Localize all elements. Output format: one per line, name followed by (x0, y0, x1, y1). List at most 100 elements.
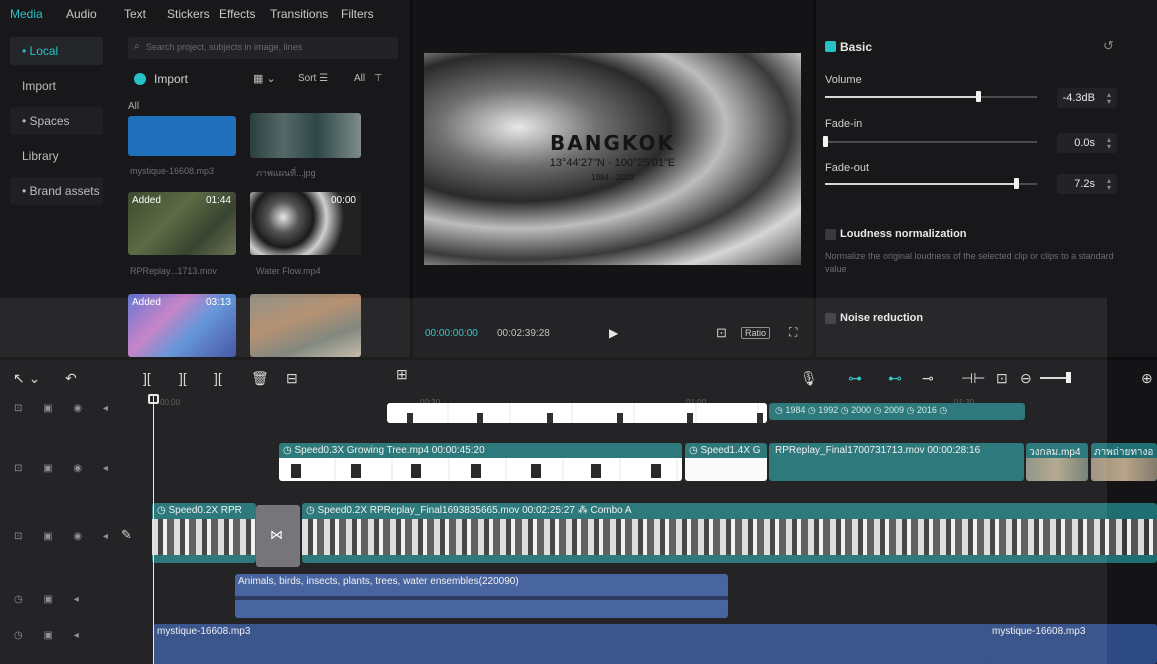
track-controls-2[interactable]: ⊡ ▣ ◉ ◂ (14, 463, 117, 474)
tab-transitions[interactable]: Transitions (270, 7, 328, 21)
media-thumb-audio[interactable] (128, 116, 236, 156)
clip-rpreplay-1713-label: RPReplay_Final1700731713.mov 00:00:28:16 (775, 445, 981, 456)
nav-spaces[interactable]: • Spaces (10, 107, 103, 135)
edit-cover-icon[interactable]: ✎ (121, 527, 132, 543)
stepper-icon[interactable]: ▴ ▾ (1107, 136, 1111, 151)
basic-checkbox[interactable] (825, 41, 836, 52)
freeze-icon[interactable]: ⊟ (286, 370, 298, 387)
track-controls-main[interactable]: ⊡ ▣ ◉ ◂ (14, 531, 117, 542)
thumb-caption: mystique-16608.mp3 (130, 166, 215, 176)
stepper-icon[interactable]: ▴ ▾ (1107, 91, 1111, 106)
main-clip-rpr[interactable]: ◷ Speed0.2X RPR (152, 503, 256, 563)
tab-media[interactable]: Media (10, 7, 43, 21)
overlay-clip-trees[interactable] (387, 403, 767, 423)
play-icon[interactable]: ▶ (609, 326, 618, 340)
media-thumb-colorful[interactable]: Added 03:13 (128, 294, 236, 357)
fullscreen-icon[interactable]: ⛶ (789, 325, 797, 340)
nav-import[interactable]: Import (10, 72, 103, 100)
thumb-caption: Water Flow.mp4 (256, 266, 321, 276)
preview-axis-icon[interactable]: ⊸ (922, 370, 934, 387)
volume-slider-knob[interactable] (976, 91, 981, 102)
audio-clip-mystique-1[interactable]: mystique-16608.mp3 (153, 624, 991, 664)
fullscreen-fit-icon[interactable]: ⊡ (716, 325, 727, 341)
media-thumb-map[interactable] (250, 113, 361, 158)
loudness-checkbox[interactable] (825, 229, 836, 240)
clip-rpreplay-1713[interactable]: RPReplay_Final1700731713.mov 00:00:28:16 (769, 443, 1024, 481)
sort-button[interactable]: Sort ☰ (298, 73, 328, 84)
media-thumb-aerial[interactable] (250, 294, 361, 357)
main-clip-rpreplay-5665-label: ◷ Speed0.2X RPReplay_Final1693835665.mov… (306, 505, 632, 516)
undo-icon[interactable]: ↶ (65, 370, 77, 387)
fadein-slider-knob[interactable] (823, 136, 828, 147)
audio-clip-mystique-1-label: mystique-16608.mp3 (157, 626, 251, 637)
media-thumb-replay[interactable]: Added 01:44 (128, 192, 236, 255)
split-right-icon[interactable]: ][ (214, 370, 222, 386)
link-icon[interactable]: ⊷ (888, 370, 902, 387)
playhead-handle[interactable] (148, 394, 159, 404)
audio-clip-mystique-2[interactable]: mystique-16608.mp3 (988, 624, 1157, 664)
section-all-heading: All (128, 101, 140, 112)
track-controls-1[interactable]: ⊡ ▣ ◉ ◂ (14, 403, 117, 414)
added-badge: Added (132, 195, 161, 206)
mic-icon[interactable]: 🎙 (800, 370, 818, 387)
preview-canvas[interactable]: BANGKOK 13°44'27"N · 100°25'01"E 1984 - … (424, 53, 801, 265)
split-view-icon[interactable]: ⊣⊢ (961, 370, 985, 387)
fadeout-slider-fill (825, 183, 1016, 185)
zoom-out-icon[interactable]: ⊖ (1020, 370, 1032, 387)
magnet-icon[interactable]: ⊶ (848, 370, 862, 387)
track-controls-audio-2[interactable]: ◷ ▣ ◂ (14, 630, 88, 641)
main-clip-rpreplay-5665[interactable]: ◷ Speed0.2X RPReplay_Final1693835665.mov… (302, 503, 1157, 563)
clip-growing-tree-label: ◷ Speed0.3X Growing Tree.mp4 00:00:45:20 (283, 445, 485, 456)
noise-checkbox[interactable] (825, 313, 836, 324)
playhead-line[interactable] (153, 396, 154, 664)
nav-library[interactable]: Library (10, 142, 103, 170)
transition-block[interactable]: ⋈ (256, 505, 300, 567)
track-controls-audio-1[interactable]: ◷ ▣ ◂ (14, 594, 88, 605)
zoom-slider-knob[interactable] (1066, 372, 1071, 383)
screenshot-icon[interactable]: ⊞ (396, 366, 408, 383)
volume-label: Volume (825, 74, 862, 86)
total-time: 00:02:39:28 (497, 328, 550, 339)
clip-aerial-photo[interactable]: ภาพถ่ายทางอ (1091, 443, 1157, 481)
ratio-button[interactable]: Ratio (741, 327, 771, 339)
view-toggle-icon[interactable]: ▦ ⌄ (253, 72, 276, 85)
clip-growing-tree[interactable]: ◷ Speed0.3X Growing Tree.mp4 00:00:45:20 (279, 443, 682, 481)
select-tool-icon[interactable]: ↖ ⌄ (13, 370, 40, 387)
tab-filters[interactable]: Filters (341, 7, 374, 21)
volume-value-field[interactable]: -4.3dB ▴ ▾ (1057, 88, 1117, 108)
search-placeholder: Search project, subjects in image, lines (146, 42, 303, 52)
tab-audio[interactable]: Audio (66, 7, 97, 21)
duration-label: 03:13 (205, 297, 231, 308)
split-left-icon[interactable]: ][ (179, 370, 187, 386)
fadein-slider[interactable] (825, 141, 1037, 143)
nav-brand-assets[interactable]: • Brand assets (10, 177, 103, 205)
stepper-icon[interactable]: ▴ ▾ (1107, 177, 1111, 192)
split-icon[interactable]: ][ (143, 370, 151, 386)
noise-reduction-label: Noise reduction (840, 312, 924, 324)
basic-section-title: Basic (840, 40, 873, 54)
added-badge: Added (132, 297, 161, 308)
clip-speed-tree-2[interactable]: ◷ Speed1.4X G (685, 443, 767, 481)
delete-icon[interactable]: 🗑 (251, 370, 269, 387)
reset-icon[interactable]: ↺ (1103, 38, 1114, 54)
fadeout-value: 7.2s (1074, 178, 1095, 190)
tab-effects[interactable]: Effects (219, 7, 255, 21)
filter-all-button[interactable]: All ⊤ (354, 73, 383, 84)
audio-clip-animals[interactable]: Animals, birds, insects, plants, trees, … (235, 574, 728, 618)
clip-circle[interactable]: วงกลม.mp4 (1026, 443, 1088, 481)
nav-local[interactable]: • Local (10, 37, 103, 65)
filter-icon: ⊤ (373, 73, 383, 84)
fadeout-value-field[interactable]: 7.2s ▴ ▾ (1057, 174, 1117, 194)
tab-stickers[interactable]: Stickers (167, 7, 210, 21)
zoom-in-icon[interactable]: ⊕ (1141, 370, 1153, 387)
year-text-clip[interactable]: ◷ 1984 ◷ 1992 ◷ 2000 ◷ 2009 ◷ 2016 ◷ (769, 403, 1025, 420)
fadein-value-field[interactable]: 0.0s ▴ ▾ (1057, 133, 1117, 153)
fadeout-slider-knob[interactable] (1014, 178, 1019, 189)
loudness-description: Normalize the original loudness of the s… (825, 251, 1114, 274)
sort-label: Sort (298, 73, 317, 84)
volume-slider-fill (825, 96, 978, 98)
media-thumb-water[interactable]: 00:00 (250, 192, 361, 255)
caption-icon[interactable]: ⊡ (996, 370, 1008, 387)
tab-text[interactable]: Text (124, 7, 146, 21)
search-input[interactable]: ⌕ Search project, subjects in image, lin… (128, 37, 398, 59)
